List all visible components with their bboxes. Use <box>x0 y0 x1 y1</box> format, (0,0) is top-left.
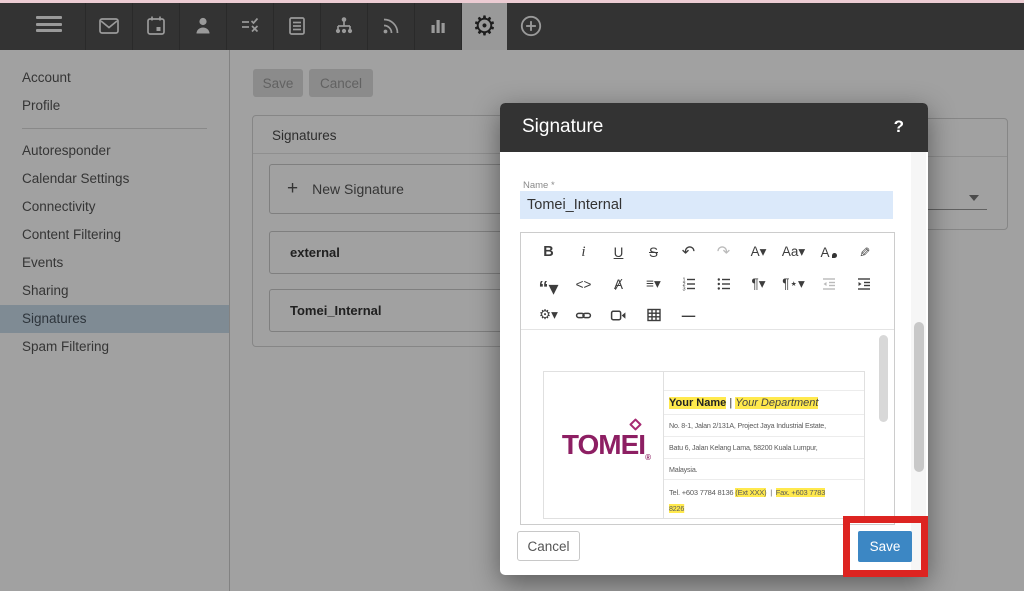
logo-cell: TOMEI ® <box>544 372 664 518</box>
top-edge-line <box>0 0 1024 3</box>
align-icon[interactable]: ≡▾ <box>636 271 671 297</box>
mail-icon[interactable] <box>85 2 131 50</box>
signature-dialog: Signature ? Name * B i U S ↶ ↷ A▾ Aa▾ A … <box>500 103 928 575</box>
undo-icon[interactable]: ↶ <box>671 239 706 265</box>
signature-editor: B i U S ↶ ↷ A▾ Aa▾ A ✎ “▾ <> Ⱥ ≡▾ 123 <box>520 232 895 525</box>
editor-scrollbar[interactable] <box>879 335 888 422</box>
phone-row: Tel. +603 7784 8136 (Ext XXX) | Fax. +60… <box>664 480 864 518</box>
calendar-icon[interactable] <box>132 2 178 50</box>
app-toolbar: ⚙ <box>0 0 1024 50</box>
indent-icon[interactable] <box>846 271 881 297</box>
underline-icon[interactable]: U <box>601 239 636 265</box>
blockquote-icon[interactable]: “▾ <box>531 271 566 297</box>
dialog-header: Signature ? <box>500 103 928 152</box>
reports-icon[interactable] <box>414 2 460 50</box>
dialog-scrollbar[interactable] <box>914 322 924 472</box>
dialog-title: Signature <box>522 116 603 138</box>
ordered-list-icon[interactable]: 123 <box>671 271 706 297</box>
notes-icon[interactable] <box>273 2 319 50</box>
bold-icon[interactable]: B <box>531 239 566 265</box>
address-row-3: Malaysia. <box>664 459 864 480</box>
address-row-2: Batu 6, Jalan Kelang Lama, 58200 Kuala L… <box>664 437 864 459</box>
video-icon[interactable] <box>601 302 636 328</box>
editor-toolbar-row1: B i U S ↶ ↷ A▾ Aa▾ A ✎ <box>531 239 887 265</box>
code-icon[interactable]: <> <box>566 271 601 297</box>
outdent-icon[interactable] <box>811 271 846 297</box>
signature-name-input[interactable] <box>520 191 893 219</box>
signature-preview-table[interactable]: TOMEI ® Your Name | Your Department No. … <box>543 371 865 519</box>
settings-icon[interactable]: ⚙ <box>461 2 507 50</box>
editor-toolbar-row2: “▾ <> Ⱥ ≡▾ 123 ¶▾ ¶⋆▾ <box>531 271 887 297</box>
annotation-save-highlight <box>843 516 928 577</box>
font-color-icon[interactable]: A <box>811 239 846 265</box>
name-field-label: Name * <box>523 180 555 191</box>
font-family-icon[interactable]: A▾ <box>741 239 776 265</box>
clear-formatting-icon[interactable]: Ⱥ <box>601 271 636 297</box>
app-window: ⚙ Account Profile Autoresponder Calendar… <box>0 0 1024 591</box>
new-item-icon[interactable] <box>508 2 554 50</box>
unordered-list-icon[interactable] <box>706 271 741 297</box>
table-icon[interactable] <box>636 302 671 328</box>
horizontal-rule-icon[interactable]: — <box>671 302 706 328</box>
strikethrough-icon[interactable]: S <box>636 239 671 265</box>
link-icon[interactable] <box>566 302 601 328</box>
paragraph-format-icon[interactable]: ¶▾ <box>741 271 776 297</box>
address-row-1: No. 8-1, Jalan 2/131A, Project Jaya Indu… <box>664 415 864 437</box>
tasks-icon[interactable] <box>226 2 272 50</box>
dialog-cancel-button[interactable]: Cancel <box>517 531 580 561</box>
highlight-icon[interactable]: ✎ <box>851 235 877 270</box>
redo-icon[interactable]: ↷ <box>706 239 741 265</box>
paragraph-style-icon[interactable]: ¶⋆▾ <box>776 271 811 297</box>
name-row: Your Name | Your Department <box>664 391 864 415</box>
org-chart-icon[interactable] <box>320 2 366 50</box>
signature-text-cell: Your Name | Your Department No. 8-1, Jal… <box>664 372 864 518</box>
empty-row <box>664 372 864 391</box>
toolbar-divider <box>521 329 894 330</box>
contacts-icon[interactable] <box>179 2 225 50</box>
tomei-logo: TOMEI ® <box>562 429 645 461</box>
feeds-icon[interactable] <box>367 2 413 50</box>
registered-mark: ® <box>645 453 651 462</box>
svg-text:3: 3 <box>682 287 685 293</box>
editor-toolbar-row3: ⚙▾ — <box>531 302 887 328</box>
help-icon[interactable]: ? <box>894 117 904 137</box>
italic-icon[interactable]: i <box>566 239 601 265</box>
menu-icon[interactable] <box>36 16 62 34</box>
insert-options-icon[interactable]: ⚙▾ <box>531 302 566 328</box>
font-size-icon[interactable]: Aa▾ <box>776 239 811 265</box>
